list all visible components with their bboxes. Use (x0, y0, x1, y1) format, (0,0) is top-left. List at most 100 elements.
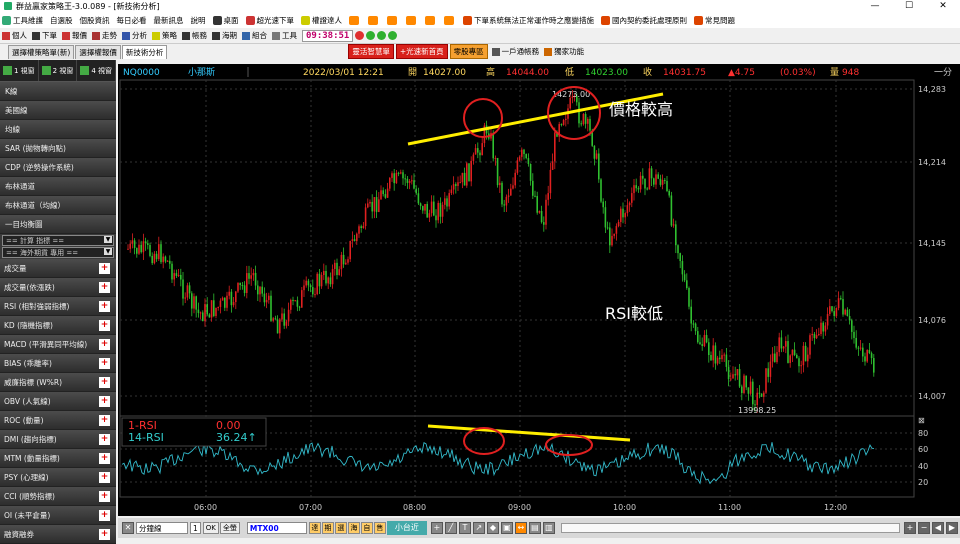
toolbar-button[interactable]: 走勢 (92, 30, 117, 41)
menu-item[interactable]: 國內契約委託處理原則 (601, 15, 687, 26)
symbol-input[interactable]: MTX00 (246, 522, 307, 534)
indicator-item[interactable]: 成交量 + (0, 259, 116, 278)
add-indicator-icon[interactable]: + (99, 282, 110, 293)
indicator-item[interactable]: ROC (動量) + (0, 411, 116, 430)
settings-icon[interactable]: ↔ (514, 522, 527, 534)
toolbar-button[interactable]: 分析 (122, 30, 147, 41)
menu-item[interactable]: 1 (349, 15, 361, 25)
add-indicator-icon[interactable]: + (99, 453, 110, 464)
scroll-left-icon[interactable]: ◀ (932, 522, 944, 534)
sidebar-item[interactable]: 布林通道 (0, 177, 116, 196)
add-indicator-icon[interactable]: + (99, 320, 110, 331)
menu-item[interactable]: 3 (387, 15, 399, 25)
tab-2[interactable]: 新技術分析 (121, 44, 168, 59)
indicator-category-select[interactable]: == 計算 指標 == (2, 235, 114, 246)
menu-item[interactable]: 6 (444, 15, 456, 25)
indicator-item[interactable]: 成交量(依漲跌) + (0, 278, 116, 297)
menu-item[interactable]: 說明 (191, 15, 206, 26)
crosshair-icon[interactable]: + (430, 522, 443, 534)
menu-item[interactable]: 下單系統無法正常運作時之應變措施 (463, 15, 594, 26)
minimize-button[interactable]: — (858, 0, 892, 12)
toolbar-button[interactable]: 策略 (152, 30, 177, 41)
fullscreen-button[interactable]: 全螢 (219, 522, 240, 534)
market-chip[interactable]: 期 (321, 522, 334, 534)
add-indicator-icon[interactable]: + (99, 339, 110, 350)
indicator-item[interactable]: DMI (趨向指標) + (0, 430, 116, 449)
indicator-item[interactable]: RSI (相對強弱指標) + (0, 297, 116, 316)
futures-category-select[interactable]: == 海外期貨 專用 == (2, 247, 114, 258)
toolbar-button[interactable]: 下單 (32, 30, 57, 41)
indicator-item[interactable]: OBV (人氣線) + (0, 392, 116, 411)
sidebar-item[interactable]: K線 (0, 82, 116, 101)
eraser-icon[interactable]: ◆ (486, 522, 499, 534)
sidebar-item[interactable]: CDP (逆勢操作系統) (0, 158, 116, 177)
menu-item[interactable]: 4 (406, 15, 418, 25)
market-chip[interactable]: 海 (347, 522, 360, 534)
indicator-item[interactable]: KD (隨機指標) + (0, 316, 116, 335)
view-button-3[interactable]: 4 視窗 (77, 60, 117, 81)
arrow-tool-icon[interactable]: ↗ (472, 522, 485, 534)
menu-item[interactable]: 自選股 (50, 15, 73, 26)
add-indicator-icon[interactable]: + (99, 396, 110, 407)
menu-item[interactable]: 桌面 (212, 15, 239, 26)
odd-lot-button[interactable]: 零股專區 (449, 44, 488, 59)
add-indicator-icon[interactable]: + (99, 434, 110, 445)
toolbar-button[interactable]: 帳務 (182, 30, 207, 41)
toolbar-button[interactable]: 組合 (242, 30, 267, 41)
tab-0[interactable]: 選擇權策略單(新) (8, 44, 75, 59)
sidebar-item[interactable]: SAR (拋物轉向點) (0, 139, 116, 158)
toolbar-button[interactable]: 個人 (2, 30, 27, 41)
scroll-right-icon[interactable]: ▶ (946, 522, 958, 534)
save-icon[interactable]: ▥ (542, 522, 555, 534)
market-chip[interactable]: 選 (334, 522, 347, 534)
sidebar-item[interactable]: 一目均衡圖 (0, 215, 116, 234)
lightspeed-home-button[interactable]: +光速新首頁 (395, 44, 448, 59)
smart-order-button[interactable]: 靈活智慧單 (348, 44, 394, 59)
menu-item[interactable]: 超光速下單 (245, 15, 294, 26)
view-button-2[interactable]: 2 視窗 (39, 60, 78, 81)
color-icon[interactable]: ▣ (500, 522, 513, 534)
sidebar-item[interactable]: 美國線 (0, 101, 116, 120)
indicator-item[interactable]: CCI (順勢指標) + (0, 487, 116, 506)
indicator-item[interactable]: MTM (動量指標) + (0, 449, 116, 468)
near-month-button[interactable]: 小台近 (386, 521, 427, 535)
market-chip[interactable]: 售 (373, 522, 386, 534)
ok-button[interactable]: OK (202, 522, 219, 534)
add-indicator-icon[interactable]: + (99, 529, 110, 540)
sidebar-item[interactable]: 布林通道（均線） (0, 196, 116, 215)
menu-item[interactable]: 權證達人 (301, 15, 342, 26)
menu-item[interactable]: 個股資訊 (80, 15, 110, 26)
text-tool-icon[interactable]: T (458, 522, 471, 534)
menu-item[interactable]: 5 (425, 15, 437, 25)
indicator-item[interactable]: BIAS (乖離率) + (0, 354, 116, 373)
add-indicator-icon[interactable]: + (99, 358, 110, 369)
chart-area[interactable]: NQ0000 小那斯 2022/03/01 12:21 開 14027.00 高 14044… (118, 64, 960, 516)
market-chip[interactable]: 自 (360, 522, 373, 534)
add-indicator-icon[interactable]: + (99, 377, 110, 388)
green-light-icon[interactable] (377, 31, 387, 40)
green-light-icon[interactable] (366, 31, 376, 40)
tab-1[interactable]: 選擇權報價 (75, 44, 121, 59)
menu-item[interactable]: 最新訊息 (154, 15, 184, 26)
view-button-1[interactable]: 1 視窗 (0, 60, 39, 81)
exclusive-button[interactable]: 獨家功能 (544, 46, 584, 57)
close-button[interactable]: ✕ (926, 0, 960, 12)
menu-item[interactable]: 2 (368, 15, 380, 25)
indicator-item[interactable]: PSY (心理線) + (0, 468, 116, 487)
add-indicator-icon[interactable]: + (99, 472, 110, 483)
add-indicator-icon[interactable]: + (99, 301, 110, 312)
green-light-icon[interactable] (388, 31, 398, 40)
add-indicator-icon[interactable]: + (99, 263, 110, 274)
period-select[interactable]: 分鐘線 (136, 522, 188, 534)
qty-input[interactable]: 1 (190, 522, 201, 534)
menu-item[interactable]: 每日必看 (117, 15, 147, 26)
toolbar-button[interactable]: 報價 (62, 30, 87, 41)
menu-item[interactable]: 常見問題 (694, 15, 735, 26)
draw-line-icon[interactable]: ╱ (444, 522, 457, 534)
maximize-button[interactable]: ☐ (892, 0, 926, 12)
add-indicator-icon[interactable]: + (99, 415, 110, 426)
indicator-item[interactable]: OI (未平倉量) + (0, 506, 116, 525)
add-indicator-icon[interactable]: + (99, 491, 110, 502)
indicator-item[interactable]: 威廉指標 (W%R) + (0, 373, 116, 392)
red-light-icon[interactable] (355, 31, 365, 40)
